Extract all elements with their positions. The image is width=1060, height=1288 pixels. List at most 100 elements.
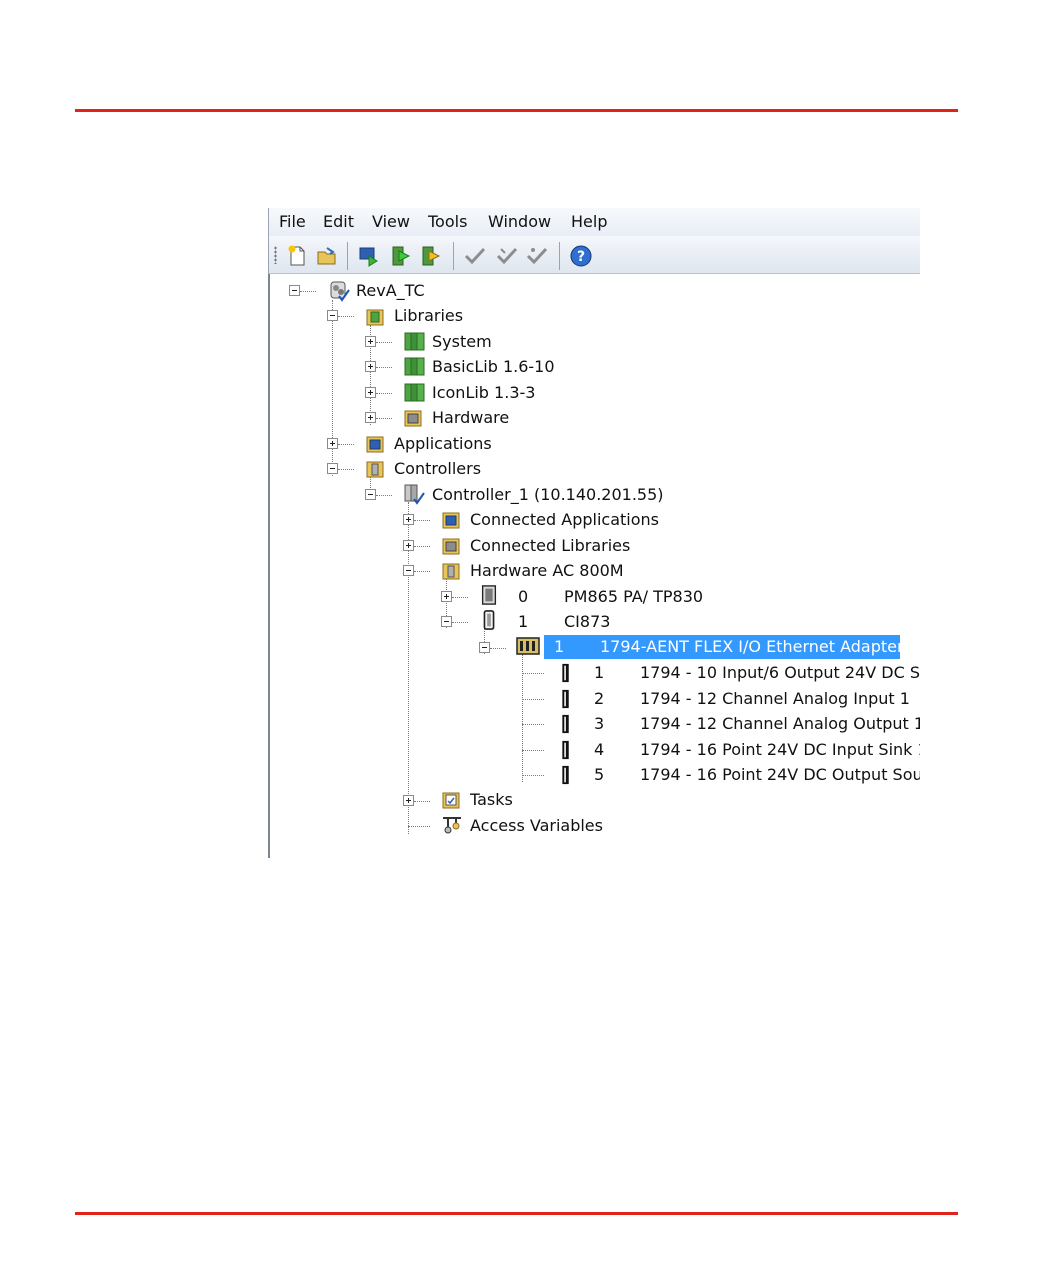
collapse-toggle[interactable] [479, 642, 490, 653]
tree-connector [414, 801, 430, 802]
expand-toggle[interactable] [403, 540, 414, 551]
download-icon[interactable] [357, 244, 381, 268]
tree-pm865-position[interactable]: 0 [518, 587, 528, 607]
toolbar-separator [559, 242, 560, 270]
tree-module-position[interactable]: 5 [594, 765, 604, 785]
tree-iconlib-label[interactable]: IconLib 1.3-3 [432, 383, 535, 403]
check-changed-icon[interactable] [525, 244, 549, 268]
tree-controllers-label[interactable]: Controllers [394, 459, 481, 479]
open-icon[interactable] [315, 244, 339, 268]
connected-libraries-icon [442, 538, 460, 555]
tree-connector [452, 597, 468, 598]
tree-module-label[interactable]: 1794 - 12 Channel Analog Output 1 [640, 714, 920, 734]
expand-toggle[interactable] [365, 336, 376, 347]
tree-basiclib-label[interactable]: BasicLib 1.6-10 [432, 357, 555, 377]
tree-adapter-label[interactable]: 1794-AENT FLEX I/O Ethernet Adapter 4 [600, 637, 919, 657]
tree-connector [414, 546, 430, 547]
expand-toggle[interactable] [403, 514, 414, 525]
menu-tools[interactable]: Tools [428, 213, 467, 231]
toolbar-separator [453, 242, 454, 270]
tree-connector [376, 367, 392, 368]
tree-module-label[interactable]: 1794 - 16 Point 24V DC Input Sink 1 [640, 740, 920, 760]
svg-text:?: ? [577, 249, 585, 265]
go-offline-icon[interactable] [419, 244, 443, 268]
tree-tasks-label[interactable]: Tasks [470, 790, 513, 810]
tree-connector [408, 502, 409, 834]
tree-connector [452, 622, 468, 623]
tree-access-variables-label[interactable]: Access Variables [470, 816, 603, 836]
collapse-toggle[interactable] [365, 489, 376, 500]
top-rule [75, 109, 958, 112]
tree-module-position[interactable]: 1 [594, 663, 604, 683]
expand-toggle[interactable] [403, 795, 414, 806]
tree-connected-libraries-label[interactable]: Connected Libraries [470, 536, 630, 556]
tree-module-label[interactable]: 1794 - 12 Channel Analog Input 1 [640, 689, 910, 709]
tree-module-label[interactable]: 1794 - 10 Input/6 Output 24V DC Sink [640, 663, 920, 683]
tree-connector [338, 444, 354, 445]
tree-connector [490, 648, 506, 649]
project-explorer-tree: RevA_TC Libraries System BasicLib 1.6-10 [268, 274, 920, 858]
controller-icon [404, 484, 425, 505]
tree-hardware-ac800m-label[interactable]: Hardware AC 800M [470, 561, 624, 581]
tree-module-position[interactable]: 3 [594, 714, 604, 734]
tree-module-label[interactable]: 1794 - 16 Point 24V DC Output Source [640, 765, 920, 785]
expand-toggle[interactable] [365, 387, 376, 398]
tree-connector [376, 418, 392, 419]
selected-tree-row[interactable]: 1 1794-AENT FLEX I/O Ethernet Adapter 4 [544, 635, 919, 659]
tree-controller-1-label[interactable]: Controller_1 (10.140.201.55) [432, 485, 664, 505]
tree-libraries-label[interactable]: Libraries [394, 306, 463, 326]
expand-toggle[interactable] [365, 412, 376, 423]
menu-file[interactable]: File [279, 213, 306, 231]
bottom-rule [75, 1212, 958, 1215]
hardware-library-icon [404, 410, 422, 427]
library-icon [404, 332, 425, 351]
menu-edit[interactable]: Edit [323, 213, 354, 231]
connected-applications-icon [442, 512, 460, 529]
collapse-toggle[interactable] [403, 565, 414, 576]
tree-root-label[interactable]: RevA_TC [356, 281, 425, 301]
tree-connected-applications-label[interactable]: Connected Applications [470, 510, 659, 530]
expand-toggle[interactable] [327, 438, 338, 449]
tree-connector [522, 750, 544, 751]
expand-toggle[interactable] [365, 361, 376, 372]
tree-hardware-lib-label[interactable]: Hardware [432, 408, 509, 428]
tree-system-label[interactable]: System [432, 332, 492, 352]
tree-pm865-label[interactable]: PM865 PA/ TP830 [564, 587, 703, 607]
menu-window[interactable]: Window [488, 213, 551, 231]
expand-toggle[interactable] [441, 591, 452, 602]
tree-module-position[interactable]: 2 [594, 689, 604, 709]
collapse-toggle[interactable] [327, 463, 338, 474]
tree-ci873-label[interactable]: CI873 [564, 612, 610, 632]
menu-view[interactable]: View [372, 213, 410, 231]
tree-connector [522, 673, 544, 674]
tree-adapter-position[interactable]: 1 [554, 637, 564, 657]
tree-connector [300, 291, 316, 292]
applications-folder-icon [366, 436, 384, 453]
tree-connector [408, 826, 430, 827]
io-module-icon [562, 714, 569, 734]
collapse-toggle[interactable] [327, 310, 338, 321]
tree-applications-label[interactable]: Applications [394, 434, 492, 454]
access-variables-icon [443, 817, 461, 834]
tree-module-position[interactable]: 4 [594, 740, 604, 760]
collapse-toggle[interactable] [289, 285, 300, 296]
tree-connector [338, 316, 354, 317]
new-icon[interactable] [285, 244, 309, 268]
toolbar: ? [268, 236, 920, 274]
check-all-icon[interactable] [495, 244, 519, 268]
collapse-toggle[interactable] [441, 616, 452, 627]
tree-connector [414, 571, 430, 572]
toolbar-separator [347, 242, 348, 270]
toolbar-grip[interactable] [274, 246, 277, 264]
tree-ci873-position[interactable]: 1 [518, 612, 528, 632]
help-icon[interactable]: ? [569, 244, 593, 268]
library-icon [404, 357, 425, 376]
hardware-folder-icon [442, 563, 460, 580]
menu-bar: File Edit View Tools Window Help [268, 208, 920, 236]
project-icon [330, 281, 350, 302]
io-module-icon [562, 663, 569, 683]
check-icon[interactable] [463, 244, 487, 268]
library-icon [404, 383, 425, 402]
menu-help[interactable]: Help [571, 213, 607, 231]
go-online-icon[interactable] [389, 244, 413, 268]
